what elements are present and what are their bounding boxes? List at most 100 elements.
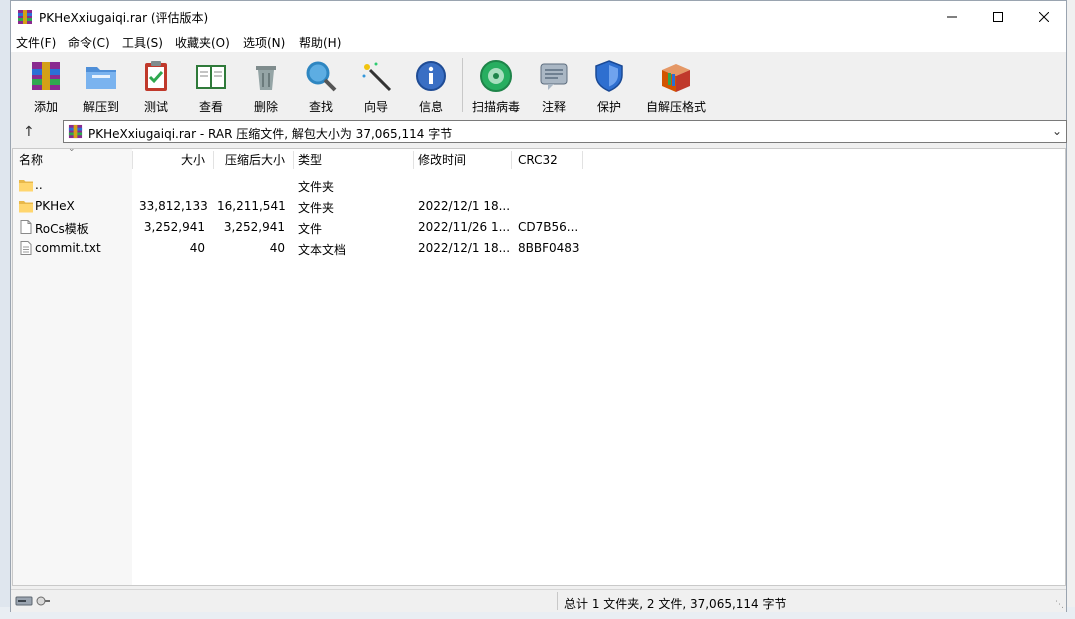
add-button[interactable]: 添加 (19, 56, 73, 114)
file-name: PKHeX (35, 199, 75, 213)
file-list[interactable]: 名称 ⌄ 大小 压缩后大小 类型 修改时间 CRC32 .. 文件夹 PKHeX… (12, 148, 1066, 586)
status-bar: 总计 1 文件夹, 2 文件, 37,065,114 字节 ⋱ (11, 589, 1066, 612)
column-header-type[interactable]: 类型 (298, 149, 322, 171)
find-button-label: 查找 (308, 100, 333, 114)
winrar-app-icon (17, 9, 33, 25)
shield-icon (595, 60, 623, 92)
file-size: 3,252,941 (143, 220, 205, 234)
file-size: 40 (189, 241, 205, 255)
menu-options[interactable]: 选项(N) (243, 34, 285, 51)
desktop-background (0, 0, 10, 619)
blank-file-icon (19, 220, 33, 237)
protect-button-label: 保护 (596, 100, 621, 114)
file-type: 文件夹 (298, 201, 335, 215)
file-packed-size: 40 (269, 241, 285, 255)
find-button[interactable]: 查找 (294, 56, 348, 114)
toolbar-separator (462, 58, 463, 112)
file-row[interactable]: RoCs模板 3,252,941 3,252,941 文件 2022/11/26… (13, 217, 1065, 238)
comment-icon (540, 63, 568, 90)
file-modified: 2022/12/1 18... (418, 199, 511, 213)
status-summary: 总计 1 文件夹, 2 文件, 37,065,114 字节 (564, 597, 787, 611)
rar-archive-icon (68, 124, 83, 142)
column-header-packed[interactable]: 压缩后大小 (217, 149, 285, 171)
up-arrow-icon[interactable]: ↑ (23, 124, 35, 140)
info-button-label: 信息 (418, 100, 443, 114)
view-book-icon (196, 65, 226, 89)
sort-chevron-icon: ⌄ (68, 148, 76, 154)
minimize-icon (947, 16, 957, 17)
menu-tools[interactable]: 工具(S) (122, 34, 163, 51)
file-name: .. (35, 178, 43, 192)
magic-wand-icon (362, 62, 392, 92)
file-row[interactable]: .. 文件夹 (13, 175, 1065, 196)
maximize-button[interactable] (975, 1, 1021, 32)
virus-scan-icon (480, 60, 512, 92)
trash-icon (256, 66, 276, 90)
address-bar[interactable]: PKHeXxiugaiqi.rar - RAR 压缩文件, 解包大小为 37,0… (63, 120, 1067, 143)
file-modified: 2022/11/26 1... (418, 220, 511, 234)
resize-grip-icon[interactable]: ⋱ (1055, 600, 1064, 610)
protect-button[interactable]: 保护 (582, 56, 636, 114)
file-crc32: 8BBF0483 (518, 241, 580, 255)
sfx-button[interactable]: 自解压格式 (641, 56, 711, 114)
wizard-button[interactable]: 向导 (349, 56, 403, 114)
column-separator (511, 151, 512, 169)
title-bar: PKHeXxiugaiqi.rar (评估版本) (11, 1, 1066, 32)
test-clipboard-icon (145, 61, 167, 91)
menu-help[interactable]: 帮助(H) (299, 34, 341, 51)
column-separator (293, 151, 294, 169)
wizard-button-label: 向导 (363, 100, 388, 114)
file-type: 文本文档 (298, 243, 347, 257)
search-icon (306, 61, 337, 92)
toolbar: 添加 解压到 测试 查看 删除 查找 向导 信息 扫描病毒 注释 保护 自解压格… (11, 52, 1066, 118)
add-button-label: 添加 (33, 100, 58, 114)
file-name: RoCs模板 (35, 222, 89, 236)
minimize-button[interactable] (929, 1, 975, 32)
column-header-modified[interactable]: 修改时间 (418, 149, 466, 171)
file-row[interactable]: commit.txt 40 40 文本文档 2022/12/1 18... 8B… (13, 238, 1065, 259)
menu-file[interactable]: 文件(F) (16, 34, 56, 51)
maximize-icon (993, 11, 1003, 22)
column-header-size[interactable]: 大小 (139, 149, 205, 171)
column-header-crc32[interactable]: CRC32 (518, 149, 558, 171)
comment-button[interactable]: 注释 (527, 56, 581, 114)
column-separator (132, 151, 133, 169)
status-separator (557, 592, 558, 610)
delete-button-label: 删除 (253, 100, 278, 114)
column-header-name[interactable]: 名称 (19, 149, 43, 171)
test-button[interactable]: 测试 (129, 56, 183, 114)
close-button[interactable] (1021, 1, 1067, 32)
window-title: PKHeXxiugaiqi.rar (评估版本) (39, 11, 209, 25)
file-row[interactable]: PKHeX 33,812,133 16,211,541 文件夹 2022/12/… (13, 196, 1065, 217)
drive-key-icon[interactable] (15, 594, 51, 611)
menu-bar: 文件(F) 命令(C) 工具(S) 收藏夹(O) 选项(N) 帮助(H) (11, 32, 1066, 52)
view-button[interactable]: 查看 (184, 56, 238, 114)
extract-folder-icon (86, 67, 116, 89)
close-icon (1039, 11, 1049, 22)
text-file-icon (19, 241, 33, 258)
folder-icon (19, 178, 33, 195)
chevron-down-icon[interactable]: ⌄ (1052, 124, 1062, 138)
file-packed-size: 3,252,941 (223, 220, 285, 234)
menu-commands[interactable]: 命令(C) (68, 34, 110, 51)
virus-scan-button-label: 扫描病毒 (471, 100, 520, 114)
file-modified: 2022/12/1 18... (418, 241, 511, 255)
file-type: 文件夹 (298, 180, 335, 194)
add-archive-icon (32, 62, 60, 90)
sfx-button-label: 自解压格式 (645, 100, 706, 114)
view-button-label: 查看 (198, 100, 223, 114)
address-path: PKHeXxiugaiqi.rar - RAR 压缩文件, 解包大小为 37,0… (88, 127, 453, 141)
test-button-label: 测试 (143, 100, 168, 114)
column-separator (582, 151, 583, 169)
extract-to-button[interactable]: 解压到 (74, 56, 128, 114)
info-button[interactable]: 信息 (404, 56, 458, 114)
info-icon (416, 61, 446, 91)
file-name: commit.txt (35, 241, 101, 255)
winrar-window: PKHeXxiugaiqi.rar (评估版本) 文件(F) 命令(C) 工具(… (10, 0, 1067, 612)
menu-favorites[interactable]: 收藏夹(O) (175, 34, 230, 51)
virus-scan-button[interactable]: 扫描病毒 (469, 56, 523, 114)
comment-button-label: 注释 (541, 100, 566, 114)
delete-button[interactable]: 删除 (239, 56, 293, 114)
file-packed-size: 16,211,541 (217, 199, 286, 213)
file-crc32: CD7B56... (518, 220, 579, 234)
